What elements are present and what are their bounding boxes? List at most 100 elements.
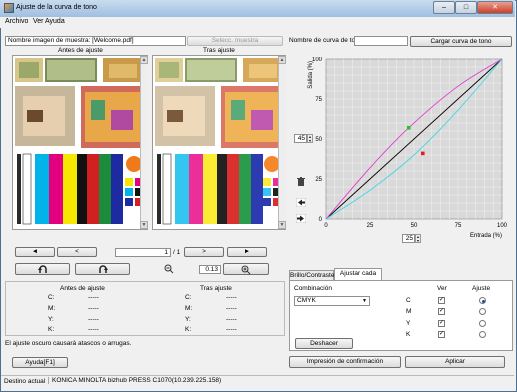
view-checkbox-y[interactable]: ✓ bbox=[438, 320, 445, 327]
y-tick-label: 75 bbox=[315, 97, 322, 103]
nudge-right-icon[interactable] bbox=[295, 213, 307, 224]
before-scroll-up[interactable]: ▲ bbox=[140, 56, 148, 64]
x-spin-input[interactable]: 25 bbox=[402, 234, 415, 243]
x-tick-label: 75 bbox=[455, 223, 462, 229]
view-checkbox-m[interactable]: ✓ bbox=[438, 308, 445, 315]
info-row-label-after: M: bbox=[185, 305, 193, 312]
y-tick-label: 50 bbox=[315, 137, 322, 143]
curve-name-input[interactable] bbox=[354, 36, 408, 46]
info-row-before-value: ----- bbox=[88, 305, 99, 312]
status-value: KONICA MINOLTA bizhub PRESS C1070(10.239… bbox=[48, 377, 221, 384]
before-label: Antes de ajuste bbox=[58, 47, 103, 54]
info-row-before-value: ----- bbox=[88, 316, 99, 323]
adjust-radio-k[interactable] bbox=[479, 331, 486, 338]
zoom-input[interactable]: 0.13 bbox=[199, 265, 221, 274]
after-preview bbox=[152, 55, 286, 230]
minimize-button[interactable]: – bbox=[433, 1, 455, 14]
view-checkbox-c[interactable]: ✓ bbox=[438, 297, 445, 304]
trash-icon[interactable] bbox=[297, 177, 305, 186]
curve-name-label: Nombre de curva de tono bbox=[289, 37, 363, 44]
app-icon bbox=[4, 3, 14, 13]
zoom-in-icon bbox=[241, 265, 251, 275]
warning-text: El ajuste oscuro causará atascos o arrug… bbox=[5, 340, 132, 347]
page-input[interactable]: 1 bbox=[115, 248, 171, 257]
x-tick-label: 50 bbox=[411, 223, 418, 229]
load-curve-button[interactable]: Cargar curva de tono bbox=[410, 36, 512, 47]
info-before-header: Antes de ajuste bbox=[60, 285, 105, 292]
rotate-left-button[interactable] bbox=[15, 263, 70, 275]
adjust-radio-y[interactable] bbox=[479, 320, 486, 327]
y-spin-arrows[interactable]: ▴ ▾ bbox=[307, 134, 313, 143]
last-page-button[interactable]: ► bbox=[227, 247, 267, 257]
x-axis-label: Entrada (%) bbox=[470, 233, 502, 239]
zoom-out-icon[interactable] bbox=[164, 264, 174, 274]
tone-curve-chart[interactable]: 0 25 50 75 1000255075100Entrada (%)Salida (%… bbox=[296, 57, 515, 253]
after-scrollbar[interactable] bbox=[278, 56, 286, 229]
rotate-right-button[interactable] bbox=[75, 263, 130, 275]
info-row-after-value: ----- bbox=[226, 294, 237, 301]
rotate-left-icon bbox=[37, 265, 47, 273]
info-row-label-before: C: bbox=[48, 294, 55, 301]
after-scroll-up[interactable]: ▲ bbox=[278, 56, 286, 64]
before-preview-image bbox=[13, 56, 147, 229]
color-name-k: K bbox=[406, 331, 411, 338]
help-button[interactable]: Ayuda[F1] bbox=[12, 357, 68, 368]
color-name-y: Y bbox=[406, 320, 411, 327]
before-scrollbar[interactable] bbox=[140, 56, 148, 229]
tab-brillo-contraste[interactable]: Brillo/Contraste bbox=[289, 270, 334, 280]
info-row-label-before: Y: bbox=[48, 316, 54, 323]
x-tick-label: 100 bbox=[497, 223, 508, 229]
rotate-right-icon bbox=[98, 265, 108, 273]
ver-header: Ver bbox=[437, 285, 447, 292]
before-scroll-down[interactable]: ▼ bbox=[140, 221, 148, 229]
window-title: Ajuste de la curva de tono bbox=[16, 4, 97, 11]
adjust-radio-c[interactable] bbox=[479, 297, 486, 304]
color-name-m: M bbox=[406, 308, 412, 315]
info-row-after-value: ----- bbox=[226, 316, 237, 323]
select-sample-button[interactable]: Selecc. muestra bbox=[187, 36, 283, 46]
chevron-down-icon: ▼ bbox=[362, 298, 367, 304]
info-row-after-value: ----- bbox=[226, 305, 237, 312]
info-row-before-value: ----- bbox=[88, 294, 99, 301]
zoom-in-button[interactable] bbox=[223, 263, 269, 275]
control-point-0 bbox=[406, 126, 411, 130]
after-preview-image bbox=[153, 56, 285, 229]
combination-value: CMYK bbox=[297, 297, 316, 304]
maximize-button[interactable]: □ bbox=[455, 1, 477, 14]
info-row-label-after: Y: bbox=[185, 316, 191, 323]
first-page-button[interactable]: ◄ bbox=[15, 247, 55, 257]
next-page-button[interactable]: > bbox=[184, 247, 224, 257]
close-button[interactable]: ✕ bbox=[477, 1, 513, 14]
x-spin-arrows[interactable]: ▴ ▾ bbox=[415, 234, 421, 243]
y-tick-label: 25 bbox=[315, 177, 322, 183]
y-spin-input[interactable]: 45 bbox=[294, 134, 307, 143]
menu-ayuda[interactable]: Ayuda bbox=[45, 18, 65, 25]
x-tick-label: 0 bbox=[324, 223, 328, 229]
combination-label: Combinación bbox=[294, 285, 332, 292]
info-after-header: Tras ajuste bbox=[200, 285, 232, 292]
menu-ver[interactable]: Ver bbox=[33, 18, 44, 25]
info-row-label-after: C: bbox=[185, 294, 192, 301]
menu-bar bbox=[0, 17, 515, 28]
nudge-left-icon[interactable] bbox=[295, 197, 307, 208]
undo-button[interactable]: Deshacer bbox=[295, 338, 353, 349]
after-scroll-down[interactable]: ▼ bbox=[278, 221, 286, 229]
info-row-after-value: ----- bbox=[226, 326, 237, 333]
y-axis-label: Salida (%) bbox=[308, 61, 314, 89]
color-name-c: C bbox=[406, 297, 411, 304]
tab-ajustar-cada-color[interactable]: Ajustar cada color bbox=[334, 268, 382, 287]
menu-archivo[interactable]: Archivo bbox=[5, 18, 28, 25]
info-row-label-before: M: bbox=[48, 305, 56, 312]
combination-select[interactable]: CMYK ▼ bbox=[294, 296, 370, 306]
page-total: / 1 bbox=[173, 249, 181, 256]
control-point-1 bbox=[421, 151, 425, 156]
adjust-radio-m[interactable] bbox=[479, 308, 486, 315]
info-row-label-before: K: bbox=[48, 326, 55, 333]
status-label: Destino actual bbox=[4, 378, 46, 385]
curve-chart-area: 0 25 50 75 100 0 25 50 75 100 Entrada (%) Salida (%… bbox=[296, 57, 515, 253]
view-checkbox-k[interactable]: ✓ bbox=[438, 331, 445, 338]
sample-image-field[interactable]: Nombre imagen de muestra: [Welcome.pdf] bbox=[5, 36, 186, 46]
apply-button[interactable]: Aplicar bbox=[405, 356, 505, 368]
prev-page-button[interactable]: < bbox=[57, 247, 97, 257]
print-confirm-button[interactable]: Impresión de confirmación bbox=[289, 356, 401, 368]
